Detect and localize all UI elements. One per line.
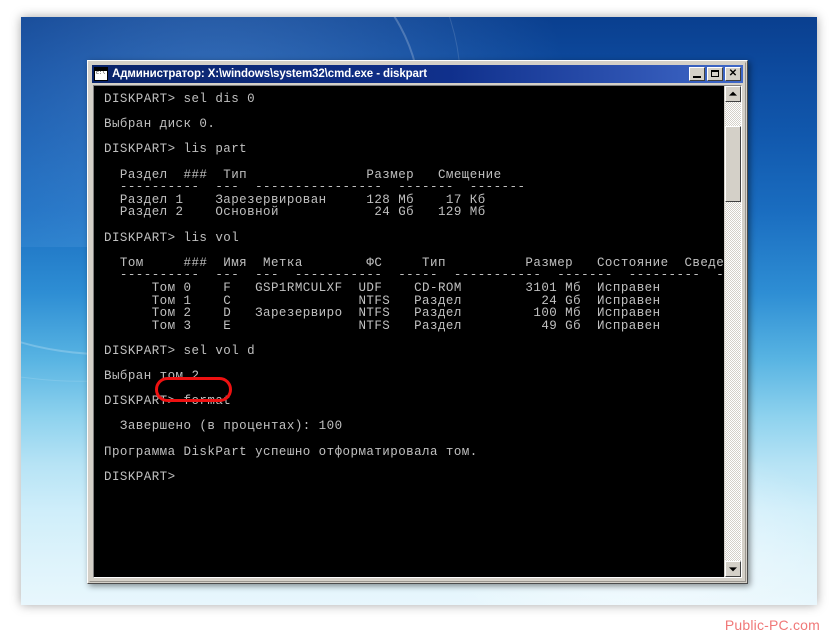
window-controls: ✕ [689,67,741,81]
window-inner-frame: Администратор: X:\windows\system32\cmd.e… [89,62,746,582]
console-client-area[interactable]: DISKPART> sel dis 0 Выбран диск 0. DISKP… [93,85,742,578]
scroll-up-button[interactable] [725,86,741,102]
close-button[interactable]: ✕ [725,67,741,81]
maximize-icon [711,70,719,77]
scrollbar-thumb[interactable] [725,126,741,202]
minimize-button[interactable] [689,67,705,81]
console-output: DISKPART> sel dis 0 Выбран диск 0. DISKP… [94,86,724,577]
screenshot-root: Администратор: X:\windows\system32\cmd.e… [0,0,838,639]
minimize-icon [693,76,701,78]
window-title: Администратор: X:\windows\system32\cmd.e… [112,68,427,80]
maximize-button[interactable] [707,67,723,81]
close-icon: ✕ [728,68,738,79]
vertical-scrollbar[interactable] [724,86,741,577]
command-prompt-window[interactable]: Администратор: X:\windows\system32\cmd.e… [87,60,748,584]
cmd-console-icon [94,67,108,81]
window-titlebar[interactable]: Администратор: X:\windows\system32\cmd.e… [92,65,743,83]
chevron-down-icon [729,567,737,572]
scroll-down-button[interactable] [725,561,741,577]
chevron-up-icon [729,91,737,96]
watermark: Public-PC.com [724,617,820,633]
